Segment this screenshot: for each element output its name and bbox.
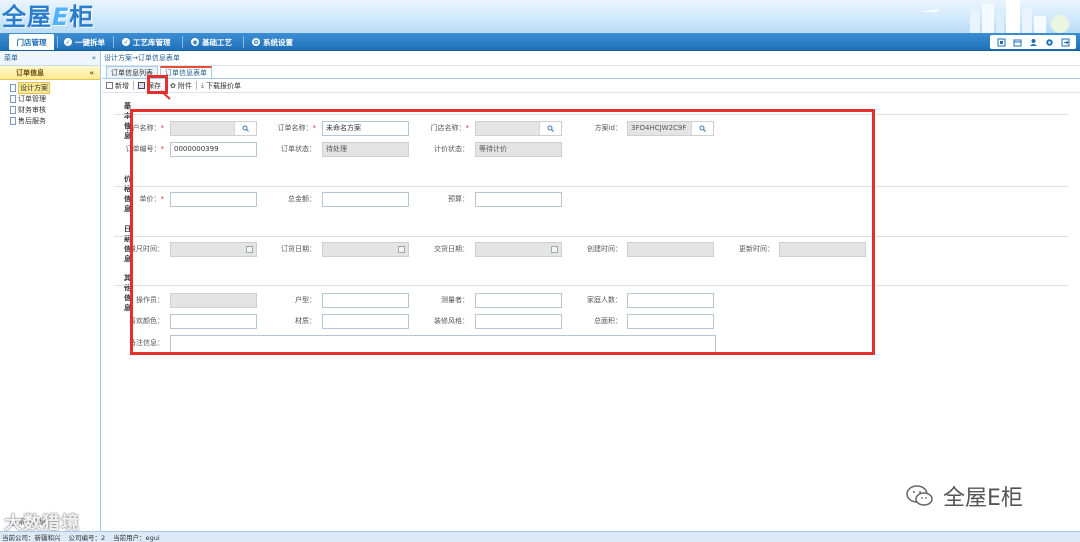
logo-text-3: 柜 bbox=[69, 3, 95, 31]
sidebar-title: 菜单 bbox=[4, 54, 18, 62]
sidebar-item-design-plan[interactable]: 设计方案 bbox=[10, 81, 100, 94]
sidebar-item-finance-review[interactable]: 财务审核 bbox=[10, 104, 100, 115]
new-document-icon bbox=[106, 82, 113, 89]
download-icon: ⤓ bbox=[200, 81, 204, 89]
nav-tab-label: 一键拆单 bbox=[75, 37, 105, 47]
calendar-icon[interactable] bbox=[1012, 37, 1022, 47]
highlight-form-annotation bbox=[130, 109, 875, 355]
tab-label: 订单信息表单 bbox=[165, 69, 207, 77]
nav-divider bbox=[182, 36, 183, 48]
document-icon bbox=[10, 94, 16, 103]
nav-tab-settings[interactable]: ✿ 系统设置 bbox=[248, 34, 297, 50]
new-button-label: 新增 bbox=[115, 81, 129, 90]
sidebar-list: 设计方案 订单管理 财务审核 售后服务 bbox=[0, 80, 100, 126]
nav-divider bbox=[243, 36, 244, 48]
save-icon bbox=[138, 82, 145, 89]
annotation-arrow bbox=[160, 90, 171, 100]
sidebar-item-label: 设计方案 bbox=[18, 81, 50, 94]
app-window: 全屋E柜 门店管理 ✓ 一键拆单 ✓ 工艺库管理 ◉ 基础工艺 ✿ 系统设置 菜… bbox=[0, 0, 1080, 542]
sidebar-header: 菜单 « bbox=[0, 51, 100, 66]
nav-tab-label: 系统设置 bbox=[263, 37, 293, 47]
collapse-sidebar-icon[interactable]: « bbox=[92, 54, 96, 62]
wechat-icon bbox=[906, 485, 933, 506]
nav-divider bbox=[57, 36, 58, 48]
download-button-label: 下载报价单 bbox=[205, 81, 241, 90]
sidebar-group-label: 订单信息 bbox=[16, 68, 44, 77]
current-user: 当前用户：egui bbox=[113, 534, 160, 542]
form-toolbar: 新增 保存 ✿ 附件 ⤓ 下载报价单 bbox=[102, 79, 1080, 93]
sidebar-item-label: 售后服务 bbox=[18, 116, 46, 125]
brand-watermark: 全屋E柜 bbox=[905, 480, 1023, 512]
sidebar-item-order-management[interactable]: 订单管理 bbox=[10, 93, 100, 104]
status-bar: 当前公司：新疆和兴 公司编号：2 当前用户：egui bbox=[0, 531, 1080, 542]
nav-tab-label: 门店管理 bbox=[16, 37, 47, 47]
breadcrumb: 设计方案→订单信息表单 bbox=[102, 51, 1080, 66]
check-icon: ✓ bbox=[122, 38, 130, 46]
header-toolbar-icons bbox=[990, 35, 1076, 49]
home-icon[interactable] bbox=[996, 37, 1006, 47]
check-icon: ✓ bbox=[64, 38, 72, 46]
toolbar-divider bbox=[133, 81, 134, 90]
document-icon bbox=[10, 83, 16, 92]
compass-icon: ◉ bbox=[191, 38, 199, 46]
sidebar: 菜单 « 订单信息 « 设计方案 订单管理 财务审核 售后服务 系统信息 bbox=[0, 51, 101, 531]
current-company: 当前公司：新疆和兴 bbox=[2, 534, 61, 542]
paperclip-icon: ✿ bbox=[170, 81, 176, 90]
gear-icon: ✿ bbox=[252, 38, 260, 46]
download-quote-button[interactable]: ⤓ 下载报价单 bbox=[199, 80, 243, 92]
new-button[interactable]: 新增 bbox=[104, 80, 131, 92]
nav-tab-split-order[interactable]: ✓ 一键拆单 bbox=[60, 34, 109, 50]
sidebar-group-order-info[interactable]: 订单信息 « bbox=[0, 66, 100, 80]
logo-text-1: 全屋 bbox=[2, 3, 52, 31]
main-nav: 门店管理 ✓ 一键拆单 ✓ 工艺库管理 ◉ 基础工艺 ✿ 系统设置 bbox=[0, 33, 1080, 51]
brand-text: 全屋E柜 bbox=[943, 486, 1023, 511]
document-icon bbox=[10, 105, 16, 114]
header-city-illustration bbox=[920, 0, 1069, 33]
document-icon bbox=[10, 116, 16, 125]
app-header: 全屋E柜 bbox=[0, 0, 1080, 33]
logo: 全屋E柜 bbox=[2, 3, 94, 31]
users-icon[interactable] bbox=[1028, 37, 1038, 47]
sidebar-item-after-sales[interactable]: 售后服务 bbox=[10, 115, 100, 126]
collapse-group-icon[interactable]: « bbox=[89, 69, 94, 77]
sidebar-item-label: 财务审核 bbox=[18, 105, 46, 114]
nav-tab-label: 工艺库管理 bbox=[133, 37, 171, 47]
toolbar-divider bbox=[195, 81, 197, 90]
company-number: 公司编号：2 bbox=[68, 534, 106, 542]
nav-tab-basic-craft[interactable]: ◉ 基础工艺 bbox=[187, 34, 236, 50]
logo-text-2: E bbox=[52, 3, 70, 31]
sidebar-item-label: 订单管理 bbox=[18, 94, 46, 103]
nav-tab-label: 基础工艺 bbox=[202, 37, 232, 47]
breadcrumb-text[interactable]: 设计方案→订单信息表单 bbox=[104, 53, 180, 63]
content-tabs: 订单信息列表 订单信息表单 bbox=[102, 66, 1080, 79]
gear-icon[interactable] bbox=[1044, 37, 1054, 47]
nav-divider bbox=[113, 36, 114, 48]
nav-tab-craft-library[interactable]: ✓ 工艺库管理 bbox=[118, 34, 175, 50]
attachment-button-label: 附件 bbox=[177, 81, 192, 90]
nav-tab-store[interactable]: 门店管理 bbox=[9, 34, 54, 50]
logout-icon[interactable] bbox=[1060, 37, 1070, 47]
